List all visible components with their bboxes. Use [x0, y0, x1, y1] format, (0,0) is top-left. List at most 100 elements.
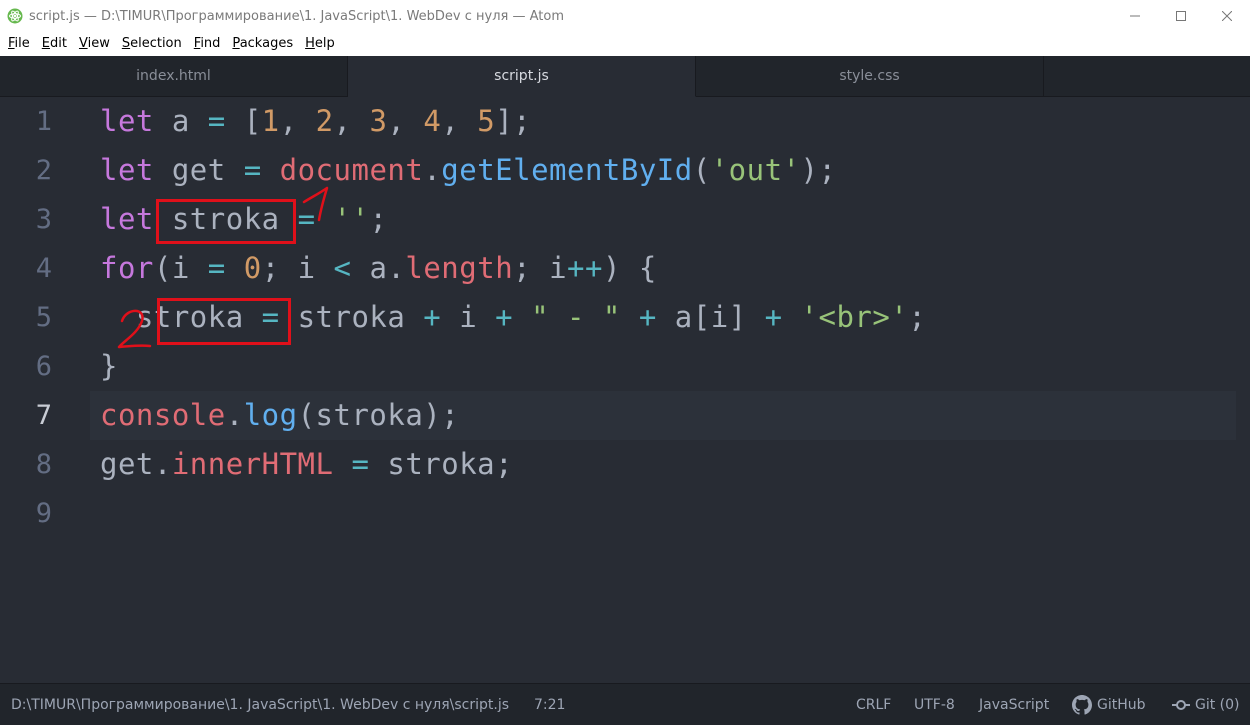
code-line[interactable]: for(i = 0; i < a.length; i++) { — [100, 244, 657, 293]
line-number: 4 — [35, 253, 52, 284]
status-line-ending[interactable]: CRLF — [856, 684, 891, 725]
code-token: get — [153, 153, 244, 187]
github-label: GitHub — [1097, 697, 1146, 713]
tab-script-js[interactable]: script.js — [348, 56, 696, 97]
menu-edit[interactable]: Edit — [36, 32, 73, 56]
line-number: 8 — [35, 449, 52, 480]
code-token: + — [764, 300, 783, 334]
code-token: get. — [100, 447, 172, 481]
code-line[interactable]: console.log(stroka); — [100, 391, 459, 440]
code-line[interactable]: let get = document.getElementById('out')… — [100, 146, 836, 195]
code-token: " - " — [531, 300, 621, 334]
code-token: console — [100, 398, 226, 432]
line-number: 2 — [35, 155, 52, 186]
code-token: = — [297, 202, 316, 236]
code-token: ; — [908, 300, 927, 334]
code-token: document — [279, 153, 424, 187]
line-number: 1 — [35, 106, 52, 137]
code-token: length — [405, 251, 514, 285]
code-token: a — [153, 104, 208, 138]
code-token: ]; — [495, 104, 532, 138]
status-file-path[interactable]: D:\TIMUR\Программирование\1. JavaScript\… — [11, 684, 509, 725]
code-token: = — [207, 251, 226, 285]
code-line[interactable]: get.innerHTML = stroka; — [100, 440, 513, 489]
line-number: 9 — [35, 498, 52, 529]
code-token: getElementById — [441, 153, 693, 187]
line-number-gutter[interactable]: 1 2 3 4 5 6 7 8 9 — [0, 97, 90, 683]
line-number: 6 — [35, 351, 52, 382]
code-token: let — [100, 202, 154, 236]
code-token: for — [100, 251, 154, 285]
code-editor[interactable]: 1 2 3 4 5 6 7 8 9 let a = [1, 2, 3, 4, 5… — [0, 97, 1250, 683]
title-bar: script.js — D:\TIMUR\Программирование\1.… — [0, 0, 1250, 32]
close-icon — [1222, 11, 1232, 21]
code-token: . — [225, 398, 244, 432]
maximize-button[interactable] — [1158, 0, 1204, 32]
code-token: stroka — [279, 300, 424, 334]
tab-style-css[interactable]: style.css — [696, 56, 1044, 97]
status-grammar[interactable]: JavaScript — [979, 684, 1049, 725]
code-token: a. — [351, 251, 406, 285]
code-token: let — [100, 153, 154, 187]
code-token: 1 — [261, 104, 280, 138]
code-token: ); — [800, 153, 837, 187]
code-token: , — [333, 104, 370, 138]
code-token: log — [243, 398, 298, 432]
menu-packages[interactable]: Packages — [226, 32, 299, 56]
code-token: a[i] — [656, 300, 765, 334]
code-line[interactable]: let a = [1, 2, 3, 4, 5]; — [100, 97, 531, 146]
menu-file[interactable]: File — [2, 32, 36, 56]
code-token: = — [243, 153, 262, 187]
window-title: script.js — D:\TIMUR\Программирование\1.… — [29, 8, 564, 24]
code-token: 2 — [315, 104, 334, 138]
code-token: innerHTML — [171, 447, 334, 481]
code-token: i — [441, 300, 496, 334]
code-token: 3 — [369, 104, 388, 138]
code-token: ; i — [261, 251, 334, 285]
annotation-box-2 — [157, 298, 291, 345]
code-token: 'out' — [710, 153, 801, 187]
code-token: = — [207, 104, 226, 138]
code-token: ( — [692, 153, 711, 187]
code-token: ) { — [602, 251, 657, 285]
tab-index-html[interactable]: index.html — [0, 56, 348, 97]
code-token: '<br>' — [800, 300, 909, 334]
code-token: (i — [153, 251, 208, 285]
code-token: '' — [333, 202, 370, 236]
code-token: , — [279, 104, 316, 138]
code-token: let — [100, 104, 154, 138]
code-token: } — [100, 349, 118, 383]
code-token: , — [387, 104, 424, 138]
menu-help[interactable]: Help — [299, 32, 341, 56]
code-token: + — [495, 300, 514, 334]
code-token: ++ — [567, 251, 603, 285]
code-token: (stroka); — [297, 398, 460, 432]
window-controls — [1112, 0, 1250, 32]
code-token: 0 — [243, 251, 262, 285]
line-number: 5 — [35, 302, 52, 333]
status-git-button[interactable]: Git (0) — [1172, 684, 1240, 725]
code-token: [ — [225, 104, 262, 138]
status-github-button[interactable]: GitHub — [1072, 684, 1146, 725]
close-button[interactable] — [1204, 0, 1250, 32]
code-token: stroka; — [369, 447, 514, 481]
minimize-button[interactable] — [1112, 0, 1158, 32]
menu-view[interactable]: View — [73, 32, 116, 56]
status-cursor-position[interactable]: 7:21 — [534, 684, 565, 725]
code-line[interactable]: } — [100, 342, 118, 391]
code-token: < — [333, 251, 352, 285]
tab-bar-empty-area — [1044, 56, 1250, 97]
code-token: ; — [369, 202, 388, 236]
code-token: + — [423, 300, 442, 334]
menu-selection[interactable]: Selection — [116, 32, 188, 56]
annotation-box-1 — [156, 199, 296, 244]
menu-find[interactable]: Find — [188, 32, 227, 56]
tab-bar: index.html script.js style.css — [0, 56, 1250, 97]
status-encoding[interactable]: UTF-8 — [914, 684, 955, 725]
code-token: ; i — [513, 251, 568, 285]
git-label: Git (0) — [1195, 697, 1240, 713]
code-token: . — [423, 153, 442, 187]
